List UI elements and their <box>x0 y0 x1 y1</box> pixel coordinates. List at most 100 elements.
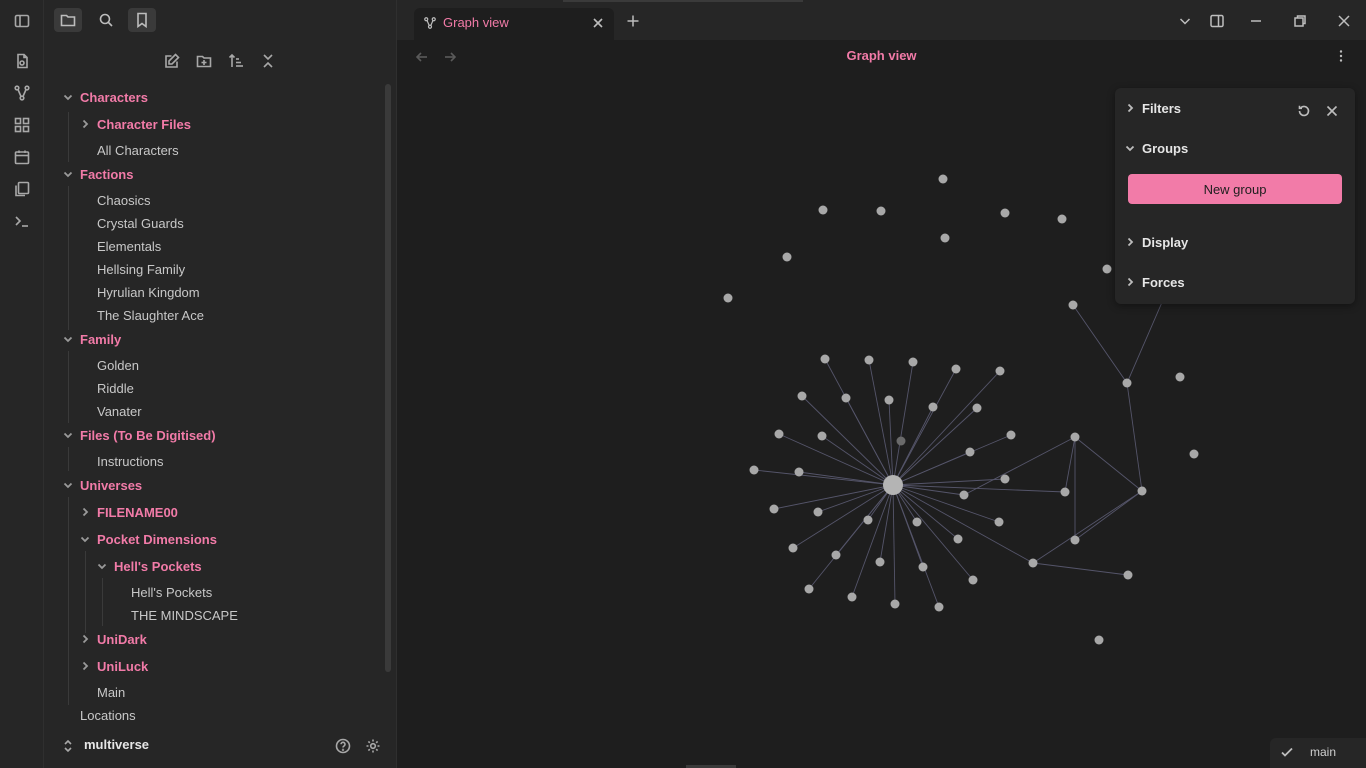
file-vanater[interactable]: Vanater <box>97 399 142 423</box>
file-crystal-guards[interactable]: Crystal Guards <box>97 211 184 235</box>
graph-node[interactable] <box>1068 300 1078 310</box>
new-group-button[interactable]: New group <box>1128 174 1342 204</box>
graph-node[interactable] <box>1070 432 1080 442</box>
bookmarks-tab-icon[interactable] <box>128 8 156 32</box>
graph-node[interactable] <box>1189 449 1199 459</box>
restore-window-icon[interactable] <box>1289 10 1311 32</box>
graph-node[interactable] <box>820 354 830 364</box>
collapse-all-icon[interactable] <box>257 50 279 72</box>
graph-node[interactable] <box>1102 264 1112 274</box>
graph-hub-node[interactable] <box>883 475 903 495</box>
graph-node[interactable] <box>782 252 792 262</box>
folder-files-to-be-digitised[interactable]: Files (To Be Digitised) <box>62 423 216 447</box>
display-section-toggle[interactable]: Display <box>1125 232 1188 252</box>
status-bar-git-branch[interactable]: main <box>1270 738 1366 768</box>
folder-character-files[interactable]: Character Files <box>79 112 191 136</box>
forces-section-toggle[interactable]: Forces <box>1125 272 1185 292</box>
command-palette-icon[interactable] <box>11 210 33 232</box>
settings-gear-icon[interactable] <box>363 736 383 756</box>
folder-universes[interactable]: Universes <box>62 473 142 497</box>
graph-node[interactable] <box>841 393 851 403</box>
toggle-sidebar-icon[interactable] <box>11 10 33 32</box>
filters-section-toggle[interactable]: Filters <box>1125 98 1181 118</box>
file-golden[interactable]: Golden <box>97 353 139 377</box>
folder-factions[interactable]: Factions <box>62 162 133 186</box>
help-icon[interactable] <box>333 736 353 756</box>
graph-node[interactable] <box>890 599 900 609</box>
file-chaosics[interactable]: Chaosics <box>97 188 150 212</box>
restore-default-settings-icon[interactable] <box>1295 102 1313 120</box>
folder-family[interactable]: Family <box>62 327 121 351</box>
graph-node[interactable] <box>1000 208 1010 218</box>
new-tab-plus-icon[interactable] <box>622 10 644 32</box>
graph-node[interactable] <box>994 517 1004 527</box>
file-elementals[interactable]: Elementals <box>97 234 161 258</box>
graph-node[interactable] <box>804 584 814 594</box>
graph-node[interactable] <box>1028 558 1038 568</box>
tab-list-chevron-down-icon[interactable] <box>1174 10 1196 32</box>
tab-graph-view[interactable]: Graph view <box>414 8 614 40</box>
sidebar-scrollbar[interactable] <box>385 84 391 672</box>
daily-note-calendar-icon[interactable] <box>11 146 33 168</box>
graph-node[interactable] <box>774 429 784 439</box>
new-folder-icon[interactable] <box>193 50 215 72</box>
graph-node[interactable] <box>968 575 978 585</box>
graph-node[interactable] <box>797 391 807 401</box>
file-slaughter-ace[interactable]: The Slaughter Ace <box>97 303 204 327</box>
graph-node[interactable] <box>896 436 906 446</box>
graph-node[interactable] <box>1006 430 1016 440</box>
graph-node[interactable] <box>831 550 841 560</box>
graph-node[interactable] <box>817 431 827 441</box>
graph-node[interactable] <box>723 293 733 303</box>
graph-node[interactable] <box>928 402 938 412</box>
graph-node[interactable] <box>1000 474 1010 484</box>
graph-node[interactable] <box>1137 486 1147 496</box>
groups-section-toggle[interactable]: Groups <box>1125 138 1188 158</box>
file-locations[interactable]: Locations <box>80 703 136 727</box>
graph-node[interactable] <box>918 562 928 572</box>
file-instructions[interactable]: Instructions <box>97 449 163 473</box>
templates-icon[interactable] <box>11 178 33 200</box>
canvas-icon[interactable] <box>11 114 33 136</box>
vault-name[interactable]: multiverse <box>84 737 149 752</box>
graph-node[interactable] <box>959 490 969 500</box>
sort-order-icon[interactable] <box>225 50 247 72</box>
toggle-right-sidebar-icon[interactable] <box>1206 10 1228 32</box>
graph-node[interactable] <box>884 395 894 405</box>
graph-node[interactable] <box>864 355 874 365</box>
file-all-characters[interactable]: All Characters <box>97 138 179 162</box>
graph-node[interactable] <box>749 465 759 475</box>
graph-node[interactable] <box>995 366 1005 376</box>
file-the-mindscape[interactable]: THE MINDSCAPE <box>131 603 238 627</box>
vault-switch-chevrons-icon[interactable] <box>58 736 78 756</box>
graph-node[interactable] <box>940 233 950 243</box>
graph-node[interactable] <box>788 543 798 553</box>
graph-node[interactable] <box>912 517 922 527</box>
folder-uniluck[interactable]: UniLuck <box>79 654 148 678</box>
graph-node[interactable] <box>813 507 823 517</box>
folder-pocket-dimensions[interactable]: Pocket Dimensions <box>79 527 217 551</box>
open-quick-switcher-icon[interactable] <box>11 50 33 72</box>
graph-node[interactable] <box>1175 372 1185 382</box>
graph-node[interactable] <box>1070 535 1080 545</box>
close-tab-icon[interactable] <box>590 15 606 31</box>
graph-node[interactable] <box>953 534 963 544</box>
graph-node[interactable] <box>794 467 804 477</box>
file-hells-pockets[interactable]: Hell's Pockets <box>131 580 212 604</box>
graph-node[interactable] <box>847 592 857 602</box>
graph-node[interactable] <box>769 504 779 514</box>
graph-node[interactable] <box>934 602 944 612</box>
file-riddle[interactable]: Riddle <box>97 376 134 400</box>
folder-characters[interactable]: Characters <box>62 85 148 109</box>
graph-node[interactable] <box>1057 214 1067 224</box>
file-hyrulian-kingdom[interactable]: Hyrulian Kingdom <box>97 280 200 304</box>
folder-filename00[interactable]: FILENAME00 <box>79 500 178 524</box>
graph-node[interactable] <box>938 174 948 184</box>
graph-node[interactable] <box>1123 570 1133 580</box>
graph-node[interactable] <box>965 447 975 457</box>
close-window-icon[interactable] <box>1333 10 1355 32</box>
graph-node[interactable] <box>863 515 873 525</box>
file-hellsing-family[interactable]: Hellsing Family <box>97 257 185 281</box>
close-controls-icon[interactable] <box>1323 102 1341 120</box>
search-tab-icon[interactable] <box>92 8 120 32</box>
